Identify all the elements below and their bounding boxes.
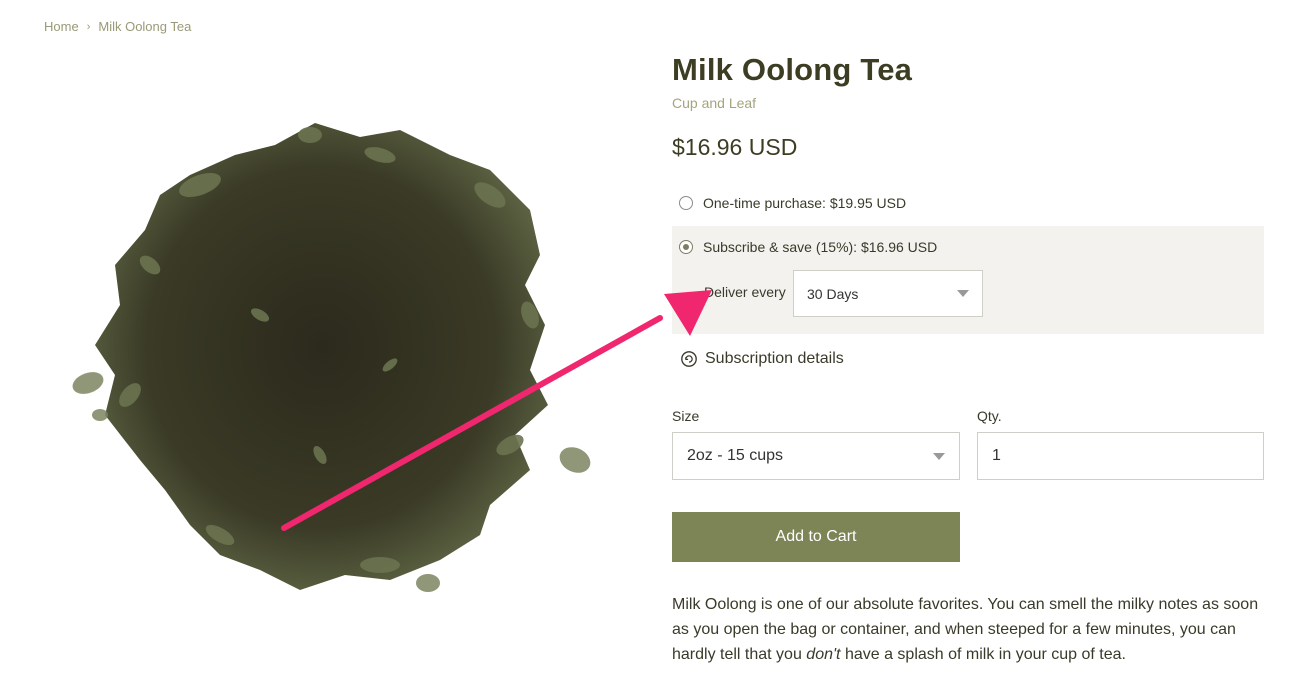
qty-label: Qty.: [977, 408, 1002, 424]
size-select[interactable]: 2oz - 15 cups: [672, 432, 960, 480]
deliver-every-label: Deliver every: [704, 284, 786, 300]
one-time-label: One-time purchase: $19.95 USD: [703, 195, 907, 211]
product-description: Milk Oolong is one of our absolute favor…: [672, 592, 1272, 667]
tea-leaves-image: [72, 123, 591, 592]
description-text-2: have a splash of milk in your cup of tea…: [840, 646, 1126, 663]
one-time-purchase-option[interactable]: One-time purchase: $19.95 USD: [679, 195, 906, 211]
breadcrumb: Home › Milk Oolong Tea: [44, 19, 191, 34]
qty-input[interactable]: 1: [977, 432, 1264, 480]
size-value: 2oz - 15 cups: [687, 447, 784, 464]
subscription-details-link[interactable]: Subscription details: [680, 350, 844, 368]
deliver-frequency-select[interactable]: 30 Days: [793, 270, 983, 317]
product-price: $16.96 USD: [672, 134, 798, 160]
description-emphasis: don't: [806, 646, 841, 663]
qty-value: 1: [992, 447, 1001, 464]
chevron-down-icon: [957, 290, 969, 297]
deliver-frequency-value: 30 Days: [807, 285, 859, 302]
subscribe-label: Subscribe & save (15%): $16.96 USD: [703, 239, 938, 255]
one-time-radio[interactable]: [679, 196, 693, 210]
subscription-details-label: Subscription details: [705, 350, 844, 367]
product-title: Milk Oolong Tea: [672, 52, 913, 87]
chevron-down-icon: [933, 452, 945, 460]
breadcrumb-separator: ›: [86, 20, 91, 33]
subscribe-radio[interactable]: [679, 240, 693, 254]
subscription-refresh-icon: [681, 351, 697, 367]
add-to-cart-button[interactable]: Add to Cart: [672, 512, 960, 562]
subscribe-option[interactable]: Subscribe & save (15%): $16.96 USD: [679, 239, 937, 255]
size-label: Size: [672, 408, 700, 424]
vendor-link[interactable]: Cup and Leaf: [672, 95, 756, 111]
breadcrumb-current: Milk Oolong Tea: [98, 19, 192, 34]
breadcrumb-home-link[interactable]: Home: [44, 19, 79, 34]
